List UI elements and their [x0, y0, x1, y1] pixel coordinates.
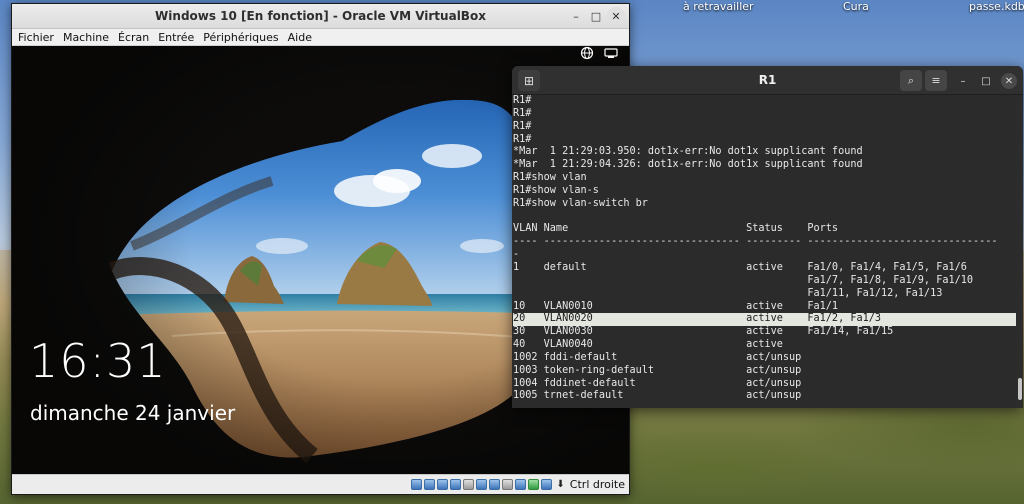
usb-icon[interactable] [463, 479, 475, 490]
keyboard-icon[interactable] [541, 479, 553, 490]
ease-of-access-icon[interactable] [603, 46, 619, 60]
terminal-line: *Mar 1 21:29:04.326: dot1x-err:No dot1x … [513, 159, 863, 171]
optical-drive-icon[interactable] [424, 479, 436, 490]
menu-entree[interactable]: Entrée [158, 31, 194, 44]
host-key-label[interactable]: Ctrl droite [570, 478, 625, 491]
lock-screen-time: 16:31 [29, 334, 167, 388]
terminal-line: 1002 fddi-default act/unsup [513, 351, 802, 363]
desktop-icon-passe-kdbx[interactable]: passe.kdbx [969, 0, 1024, 13]
menu-fichier[interactable]: Fichier [18, 31, 54, 44]
close-icon[interactable]: ✕ [607, 7, 625, 25]
terminal-line-selected: 20 VLAN0020 active Fa1/2, Fa1/3 [513, 313, 1016, 327]
terminal-line: Fa1/7, Fa1/8, Fa1/9, Fa1/10 [513, 274, 974, 286]
menu-peripheriques[interactable]: Périphériques [203, 31, 278, 44]
terminal-line: 1005 trnet-default act/unsup [513, 390, 802, 402]
terminal-line: 1003 token-ring-default act/unsup [513, 364, 802, 376]
cpu-icon[interactable] [515, 479, 527, 490]
desktop-icon-a-retravailler[interactable]: à retravailler [683, 0, 754, 13]
audio-icon[interactable] [437, 479, 449, 490]
host-key-arrow-icon: ⬇ [556, 479, 565, 490]
terminal-scrollbar[interactable] [1018, 378, 1022, 400]
hard-disk-icon[interactable] [411, 479, 423, 490]
terminal-line: ---- -------------------------------- --… [513, 236, 998, 248]
mouse-integration-icon[interactable] [528, 479, 540, 490]
terminal-line: R1#show vlan-s [513, 184, 599, 196]
terminal-line: 40 VLAN0040 active [513, 339, 783, 351]
menu-aide[interactable]: Aide [288, 31, 312, 44]
terminal-window: ⊞ R1 ⌕ ≡ – □ ✕ R1# R1# R1# R1# *Mar 1 21… [512, 66, 1023, 408]
vbox-window-title: Windows 10 [En fonction] - Oracle VM Vir… [155, 9, 486, 23]
terminal-headerbar[interactable]: ⊞ R1 ⌕ ≡ – □ ✕ [512, 66, 1023, 95]
desktop-icon-cura[interactable]: Cura [843, 0, 869, 13]
terminal-line: R1#show vlan-switch br [513, 197, 648, 209]
menu-ecran[interactable]: Écran [118, 31, 149, 44]
menu-machine[interactable]: Machine [63, 31, 109, 44]
terminal-line: - [513, 249, 520, 261]
terminal-line: R1#show vlan [513, 172, 587, 184]
new-tab-icon[interactable]: ⊞ [518, 70, 540, 91]
vbox-menubar: Fichier Machine Écran Entrée Périphériqu… [12, 29, 629, 46]
vbox-statusbar: ⬇ Ctrl droite [12, 474, 629, 494]
terminal-output[interactable]: R1# R1# R1# R1# *Mar 1 21:29:03.950: dot… [512, 95, 1016, 408]
terminal-line: R1# [513, 107, 532, 119]
shared-folder-icon[interactable] [476, 479, 488, 490]
minimize-icon[interactable]: – [955, 73, 971, 89]
terminal-line: VLAN Name Status Ports [513, 223, 839, 235]
close-icon[interactable]: ✕ [1001, 73, 1017, 89]
hamburger-menu-icon[interactable]: ≡ [925, 70, 947, 91]
network-globe-icon[interactable] [579, 46, 595, 60]
lock-screen-date: dimanche 24 janvier [30, 401, 236, 425]
terminal-line: Fa1/11, Fa1/12, Fa1/13 [513, 287, 943, 299]
vbox-window-controls: – □ ✕ [567, 7, 625, 25]
terminal-line: R1# [513, 95, 532, 106]
terminal-line: 1 default active Fa1/0, Fa1/4, Fa1/5, Fa… [513, 261, 967, 273]
minimize-icon[interactable]: – [567, 7, 585, 25]
terminal-line: 10 VLAN0010 active Fa1/1 [513, 300, 839, 312]
search-icon[interactable]: ⌕ [900, 70, 922, 91]
maximize-icon[interactable]: □ [587, 7, 605, 25]
display-icon[interactable] [489, 479, 501, 490]
terminal-line: *Mar 1 21:29:03.950: dot1x-err:No dot1x … [513, 146, 863, 158]
vbox-titlebar[interactable]: Windows 10 [En fonction] - Oracle VM Vir… [12, 4, 629, 29]
maximize-icon[interactable]: □ [978, 73, 994, 89]
recording-icon[interactable] [502, 479, 514, 490]
network-icon[interactable] [450, 479, 462, 490]
terminal-title: R1 [758, 73, 777, 87]
terminal-line: R1# [513, 120, 532, 132]
terminal-line: 1004 fddinet-default act/unsup [513, 377, 802, 389]
terminal-line: 30 VLAN0030 active Fa1/14, Fa1/15 [513, 326, 894, 338]
terminal-line: R1# [513, 133, 532, 145]
